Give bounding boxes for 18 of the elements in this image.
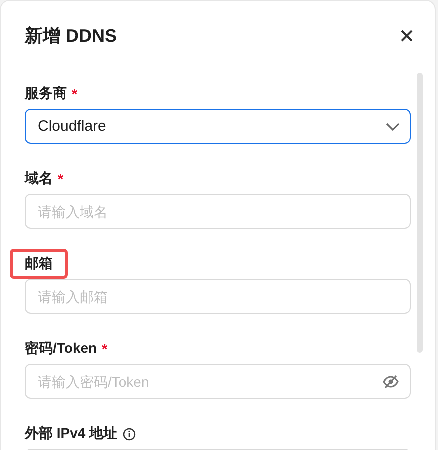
chevron-down-icon: [386, 122, 400, 130]
input-field[interactable]: 请输入域名: [25, 194, 411, 229]
required-mark: *: [72, 86, 78, 102]
field-label: 邮箱: [13, 252, 65, 276]
field-label: 域名: [25, 170, 53, 188]
input-field[interactable]: 请输入密码/Token: [25, 364, 411, 399]
required-mark: *: [58, 171, 64, 187]
provider-select[interactable]: Cloudflare: [25, 109, 411, 144]
field-label: 外部 IPv4 地址: [25, 425, 118, 443]
required-mark: *: [102, 341, 108, 357]
field-label: 密码/Token: [25, 340, 98, 358]
field-label: 服务商: [25, 85, 67, 103]
eye-off-icon[interactable]: [383, 375, 399, 389]
input-field[interactable]: 请输入邮箱: [25, 279, 411, 314]
scrollbar[interactable]: [417, 73, 423, 353]
dialog-title: 新增 DDNS: [25, 25, 118, 48]
close-button[interactable]: [399, 28, 415, 44]
info-icon[interactable]: [122, 428, 136, 440]
